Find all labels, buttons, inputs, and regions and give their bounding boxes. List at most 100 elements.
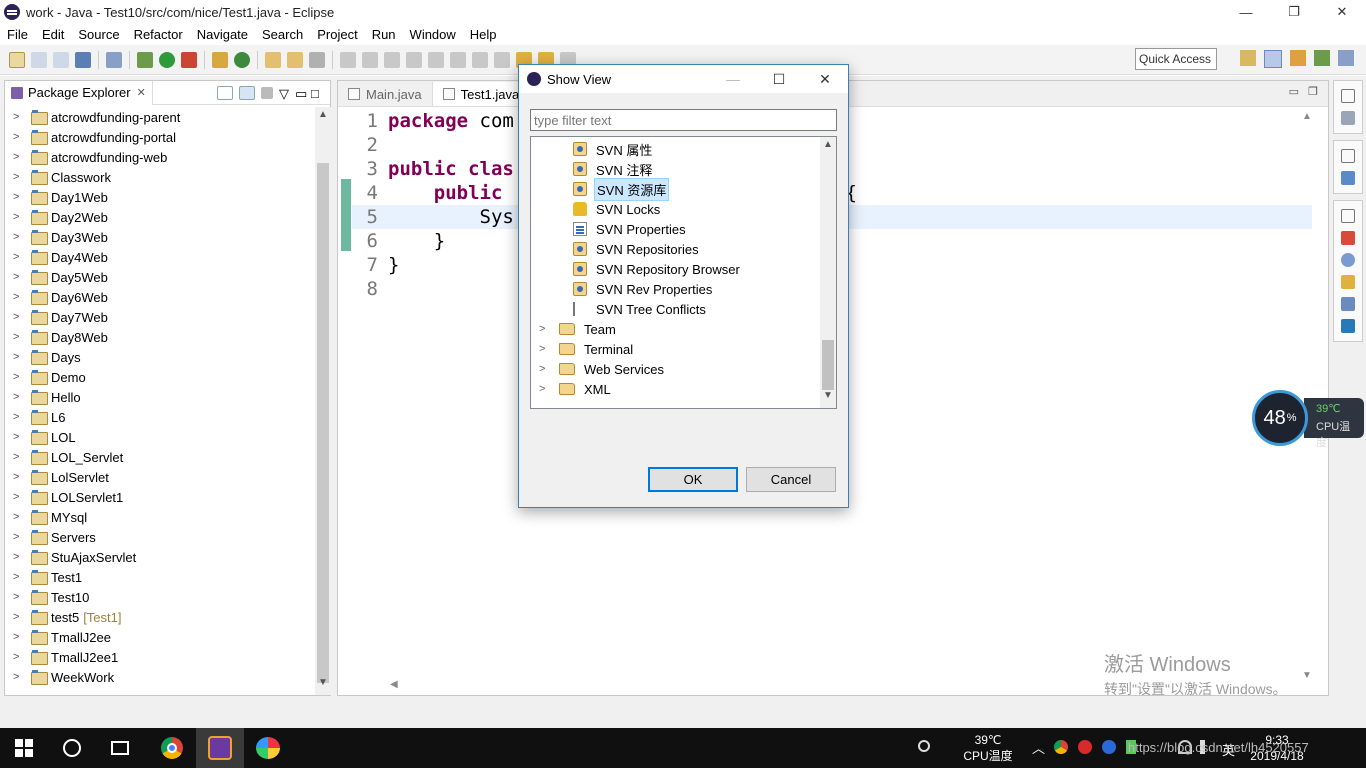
expand-chevron-icon[interactable]: > — [13, 611, 27, 623]
format-icon[interactable] — [406, 51, 422, 68]
project-tree-item[interactable]: > Day8Web — [5, 327, 315, 347]
java-ee-perspective-icon[interactable] — [1264, 50, 1282, 68]
menu-search[interactable]: Search — [255, 27, 310, 42]
new-package-icon[interactable] — [212, 51, 228, 68]
block-icon[interactable] — [428, 51, 444, 68]
view-item[interactable]: SVN Rev Properties — [573, 279, 714, 299]
project-tree-item[interactable]: > StuAjaxServlet — [5, 547, 315, 567]
menu-run[interactable]: Run — [365, 27, 403, 42]
expand-chevron-icon[interactable]: > — [13, 471, 27, 483]
scrollbar-thumb[interactable] — [317, 163, 329, 683]
mark-icon[interactable] — [384, 51, 400, 68]
project-tree-item[interactable]: > Demo — [5, 367, 315, 387]
save-all-icon[interactable] — [53, 51, 69, 68]
expand-chevron-icon[interactable]: > — [13, 411, 27, 423]
new-icon[interactable] — [9, 51, 25, 68]
minimize-button[interactable]: — — [1222, 0, 1270, 24]
project-tree-item[interactable]: > LolServlet — [5, 467, 315, 487]
menu-navigate[interactable]: Navigate — [190, 27, 255, 42]
beats-icon[interactable] — [1078, 740, 1092, 754]
tray-cpu-temperature[interactable]: 39℃ CPU温度 — [955, 732, 1021, 764]
expand-chevron-icon[interactable]: > — [13, 631, 27, 643]
project-tree-item[interactable]: > LOLServlet1 — [5, 487, 315, 507]
project-tree-item[interactable]: > LOL — [5, 427, 315, 447]
task-view-button[interactable] — [106, 728, 134, 768]
project-tree-item[interactable]: > Test1 — [5, 567, 315, 587]
scroll-down-icon[interactable]: ▼ — [820, 390, 836, 406]
project-tree-item[interactable]: > Days — [5, 347, 315, 367]
project-tree-item[interactable]: > Day1Web — [5, 187, 315, 207]
view-category[interactable]: > XML — [539, 379, 613, 399]
restore-icon-3[interactable] — [1341, 209, 1355, 223]
expand-chevron-icon[interactable]: > — [13, 431, 27, 443]
project-tree-item[interactable]: > atcrowdfunding-web — [5, 147, 315, 167]
menu-help[interactable]: Help — [463, 27, 504, 42]
editor-tab[interactable]: Test1.java — [432, 82, 531, 106]
menu-refactor[interactable]: Refactor — [127, 27, 190, 42]
menu-project[interactable]: Project — [310, 27, 364, 42]
project-tree-item[interactable]: > Classwork — [5, 167, 315, 187]
next-annotation-icon[interactable] — [472, 51, 488, 68]
filter-input[interactable]: type filter text — [530, 109, 837, 131]
bluetooth-icon[interactable] — [1102, 740, 1116, 754]
quick-access-input[interactable]: Quick Access — [1135, 48, 1217, 70]
toggle-icon[interactable] — [450, 51, 466, 68]
expand-chevron-icon[interactable]: > — [13, 571, 27, 583]
project-tree-item[interactable]: > Hello — [5, 387, 315, 407]
maximize-view-icon[interactable]: □ — [311, 86, 321, 101]
view-category[interactable]: > Team — [539, 319, 618, 339]
expand-chevron-icon[interactable]: > — [13, 151, 27, 163]
prev-annotation-icon[interactable] — [494, 51, 510, 68]
project-tree-item[interactable]: > Day4Web — [5, 247, 315, 267]
dialog-minimize-button[interactable]: — — [710, 65, 756, 93]
view-menu-icon[interactable]: ▽ — [279, 86, 289, 101]
package-explorer-scrollbar[interactable]: ▲ ▼ — [315, 107, 331, 695]
restore-icon[interactable] — [1341, 89, 1355, 103]
search-button[interactable] — [58, 728, 86, 768]
expand-chevron-icon[interactable]: > — [13, 651, 27, 663]
view-item[interactable]: SVN Properties — [573, 219, 688, 239]
show-hidden-icons-icon[interactable]: ︿ — [1032, 738, 1045, 757]
view-item[interactable]: SVN Repository Browser — [573, 259, 742, 279]
search-icon[interactable] — [309, 51, 325, 68]
dialog-close-button[interactable]: ✕ — [802, 65, 848, 93]
focus-icon[interactable] — [261, 86, 273, 99]
view-category[interactable]: > Terminal — [539, 339, 635, 359]
menu-file[interactable]: File — [0, 27, 35, 42]
maximize-button[interactable]: ❐ — [1270, 0, 1318, 24]
project-tree-item[interactable]: > LOL_Servlet — [5, 447, 315, 467]
expand-chevron-icon[interactable]: > — [13, 511, 27, 523]
expand-chevron-icon[interactable]: > — [13, 251, 27, 263]
start-button[interactable] — [10, 728, 38, 768]
declaration-icon[interactable] — [1341, 275, 1355, 289]
expand-chevron-icon[interactable]: > — [13, 371, 27, 383]
eclipse-taskbar-button[interactable] — [196, 728, 244, 768]
debug-icon[interactable] — [137, 51, 153, 68]
annotation-icon[interactable] — [340, 51, 356, 68]
chrome-taskbar-button[interactable] — [158, 728, 186, 768]
expand-chevron-icon[interactable]: > — [13, 191, 27, 203]
view-tree-scrollbar[interactable]: ▲ ▼ — [820, 137, 836, 408]
scroll-up-icon[interactable]: ▲ — [315, 109, 331, 125]
expand-chevron-icon[interactable]: > — [13, 671, 27, 683]
java-perspective-icon[interactable] — [1290, 50, 1306, 66]
expand-chevron-icon[interactable]: > — [13, 331, 27, 343]
view-item[interactable]: SVN Locks — [573, 199, 662, 219]
view-item[interactable]: SVN Repositories — [573, 239, 701, 259]
project-tree-item[interactable]: > MYsql — [5, 507, 315, 527]
expand-chevron-icon[interactable]: > — [13, 391, 27, 403]
project-tree-item[interactable]: > TmallJ2ee1 — [5, 647, 315, 667]
project-tree-item[interactable]: > atcrowdfunding-parent — [5, 107, 315, 127]
expand-chevron-icon[interactable]: > — [13, 311, 27, 323]
project-tree-item[interactable]: > test5 [Test1] — [5, 607, 315, 627]
skip-breakpoints-icon[interactable] — [106, 51, 122, 68]
console-icon[interactable] — [1341, 319, 1355, 333]
menu-window[interactable]: Window — [403, 27, 463, 42]
project-tree-item[interactable]: > TmallJ2ee — [5, 627, 315, 647]
view-item[interactable]: SVN 属性 — [573, 139, 654, 159]
menu-source[interactable]: Source — [71, 27, 126, 42]
terminal-icon[interactable] — [75, 51, 91, 68]
close-view-icon[interactable]: ✕ — [137, 86, 146, 99]
chrome-tray-icon[interactable] — [1054, 740, 1068, 754]
javadoc-icon[interactable] — [1341, 253, 1355, 267]
